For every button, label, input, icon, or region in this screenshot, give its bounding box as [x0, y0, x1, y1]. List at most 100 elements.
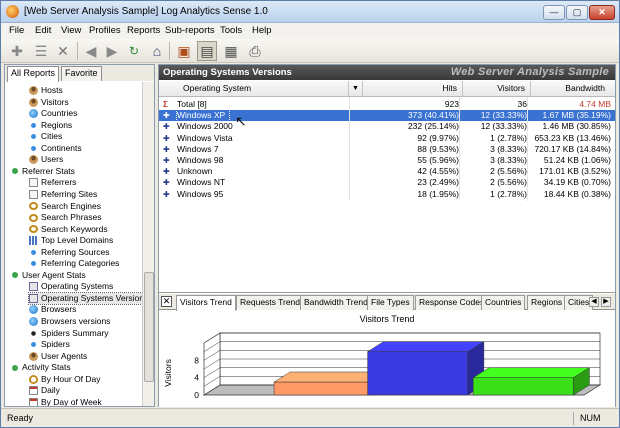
refresh-icon[interactable]: ↻ — [124, 41, 144, 61]
tab-file-types[interactable]: File Types — [367, 295, 414, 310]
tab-visitors-trend[interactable]: Visitors Trend — [176, 295, 236, 311]
tree-item-cities[interactable]: Cities — [29, 131, 62, 142]
sort-icon[interactable]: ▼ — [349, 81, 363, 97]
search-icon — [29, 213, 38, 222]
tab-bandwidth-trend[interactable]: Bandwidth Trend — [300, 295, 372, 310]
export-icon[interactable]: ▦ — [221, 41, 241, 61]
tree-item-top-level-domains[interactable]: Top Level Domains — [29, 235, 113, 246]
tab-favorite[interactable]: Favorite — [61, 66, 102, 81]
menu-bar: File Edit View Profiles Reports Sub-reports To… — [1, 23, 619, 39]
tree-item-search-engines[interactable]: Search Engines — [29, 201, 101, 212]
back-icon[interactable]: ◀ — [81, 41, 101, 61]
tree-item-users[interactable]: Users — [29, 154, 63, 165]
cell-os: Windows 2000 — [177, 121, 233, 132]
chart-bar-front — [367, 351, 469, 396]
tree-item-daily[interactable]: Daily — [29, 385, 60, 396]
tree-item-visitors[interactable]: Visitors — [29, 97, 69, 108]
tree-item-search-keywords[interactable]: Search Keywords — [29, 224, 108, 235]
tree-item-referring-sites[interactable]: Referring Sites — [29, 189, 97, 200]
cell-hits: 232 (25.14%) — [407, 121, 459, 132]
tree-scrollbar[interactable] — [142, 82, 154, 406]
table-row[interactable]: ✚ Windows XP 373 (40.41%) 12 (33.33%) 1.67 M… — [159, 109, 615, 123]
tree-item-user-agents[interactable]: User Agents — [29, 351, 87, 362]
tree-item-activity-stats[interactable]: Activity Stats — [11, 362, 71, 373]
tab-scroll-right-icon[interactable]: ▶ — [601, 297, 611, 307]
maximize-button[interactable]: ▢ — [566, 5, 588, 20]
tree-scrollbar-thumb[interactable] — [144, 272, 154, 382]
table-row[interactable]: ✚ Unknown 42 (4.55%) 2 (5.56%) 171.01 KB (3.… — [159, 166, 615, 177]
menu-reports[interactable]: Reports — [127, 25, 160, 36]
tree-item-referrers[interactable]: Referrers — [29, 177, 76, 188]
title-bar: [Web Server Analysis Sample] Log Analyti… — [1, 1, 619, 23]
forward-icon[interactable]: ▶ — [102, 41, 122, 61]
cell-bandwidth: 34.19 KB (0.70%) — [543, 177, 611, 188]
table-row[interactable]: ✚ Windows 7 88 (9.53%) 3 (8.33%) 720.17 KB (… — [159, 144, 615, 155]
expand-icon[interactable]: ✚ — [163, 155, 170, 166]
tab-countries[interactable]: Countries — [481, 295, 526, 310]
menu-edit[interactable]: Edit — [35, 25, 51, 36]
tree-item-by-day-of-week[interactable]: By Day of Week — [29, 397, 102, 406]
tab-response-codes[interactable]: Response Codes — [415, 295, 489, 310]
group-icon — [12, 168, 18, 175]
tab-scroll-left-icon[interactable]: ◀ — [589, 297, 599, 307]
expand-icon[interactable]: ✚ — [163, 189, 170, 200]
tab-regions[interactable]: Regions — [527, 295, 567, 310]
expand-icon[interactable]: ✚ — [163, 110, 170, 121]
tree-item-label: User Agents — [41, 350, 88, 361]
expand-icon[interactable]: ✚ — [163, 121, 170, 132]
tree-item-by-hour-of-day[interactable]: By Hour Of Day — [29, 374, 101, 385]
tree-item-operating-systems-version[interactable]: Operating Systems Version — [28, 291, 142, 305]
menu-file[interactable]: File — [9, 25, 24, 36]
tree-item-user-agent-stats[interactable]: User Agent Stats — [11, 270, 86, 281]
tree-item-referring-sources[interactable]: Referring Sources — [29, 247, 110, 258]
expand-icon[interactable]: ✚ — [163, 133, 170, 144]
table-row[interactable]: ✚ Windows 95 18 (1.95%) 1 (2.78%) 18.44 KB (… — [159, 189, 615, 200]
add-icon[interactable]: ✚ — [7, 41, 27, 61]
tree-item-referrer-stats[interactable]: Referrer Stats — [11, 166, 75, 177]
expand-icon[interactable]: ✚ — [163, 177, 170, 188]
view-icon[interactable]: ▤ — [197, 41, 217, 61]
tree-item-browsers[interactable]: Browsers — [29, 304, 76, 315]
tree-item-operating-systems[interactable]: Operating Systems — [29, 281, 113, 292]
list-icon[interactable]: ☰ — [31, 41, 51, 61]
cell-hits: 55 (5.96%) — [417, 155, 459, 165]
tree-item-referring-categories[interactable]: Referring Categories — [29, 258, 119, 269]
table-row[interactable]: ✚ Windows Vista 92 (9.97%) 1 (2.78%) 653.23 … — [159, 133, 615, 144]
app-logo-icon — [6, 5, 19, 18]
print-icon[interactable]: ⎙ — [245, 41, 265, 61]
close-button[interactable]: ✕ — [589, 5, 615, 20]
expand-icon[interactable]: ✚ — [163, 166, 170, 177]
spider-icon — [29, 328, 38, 338]
menu-view[interactable]: View — [61, 25, 81, 36]
table-row[interactable]: ✚ Windows NT 23 (2.49%) 2 (5.56%) 34.19 KB (… — [159, 177, 615, 188]
chart-svg: Visitors Trend Visitors 0 4 8 — [163, 314, 602, 400]
tree-item-spiders-summary[interactable]: Spiders Summary — [29, 328, 109, 339]
menu-tools[interactable]: Tools — [220, 25, 242, 36]
chart-bar-top — [472, 367, 591, 378]
tree-item-countries[interactable]: Countries — [29, 108, 77, 119]
tree-item-search-phrases[interactable]: Search Phrases — [29, 212, 101, 223]
close-panel-icon[interactable]: ✕ — [161, 296, 172, 307]
tree-item-regions[interactable]: Regions — [29, 120, 72, 131]
home-icon[interactable]: ⌂ — [147, 41, 167, 61]
col-bandwidth[interactable]: Bandwidth — [531, 81, 615, 97]
tree-item-label: Countries — [41, 108, 78, 119]
col-visitors[interactable]: Visitors — [393, 81, 531, 97]
tab-requests-trend[interactable]: Requests Trend — [236, 295, 305, 310]
tab-all-reports[interactable]: All Reports — [7, 66, 60, 82]
table-row[interactable]: Σ Total [8] 923 36 4.74 MB — [159, 99, 615, 110]
expand-icon[interactable]: ✚ — [163, 144, 170, 155]
table-row[interactable]: ✚ Windows 98 55 (5.96%) 3 (8.33%) 51.24 KB (… — [159, 155, 615, 166]
col-os[interactable]: Operating System — [159, 81, 349, 97]
table-row[interactable]: ✚ Windows 2000 232 (25.14%) 12 (33.33%) 1.46… — [159, 121, 615, 132]
menu-profiles[interactable]: Profiles — [89, 25, 121, 36]
menu-help[interactable]: Help — [252, 25, 272, 36]
menu-sub-reports[interactable]: Sub-reports — [165, 25, 215, 36]
delete-icon[interactable]: ✕ — [53, 41, 73, 61]
report-icon[interactable]: ▣ — [174, 41, 194, 61]
tree-item-hosts[interactable]: Hosts — [29, 85, 63, 96]
tree-item-spiders[interactable]: Spiders — [29, 339, 70, 350]
tree-item-continents[interactable]: Continents — [29, 143, 82, 154]
minimize-button[interactable]: — — [543, 5, 565, 20]
tree-item-browsers-versions[interactable]: Browsers versions — [29, 316, 110, 327]
